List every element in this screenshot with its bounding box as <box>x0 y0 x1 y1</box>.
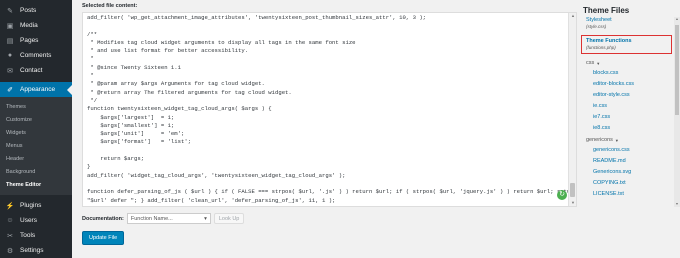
theme-files-panel: Theme Files Stylesheet (style.css) Theme… <box>577 0 680 258</box>
editor-main: Selected file content: add_filter( 'wp_g… <box>72 0 577 258</box>
menu-media[interactable]: ▣ Media <box>0 18 72 33</box>
file-item[interactable]: ie8.css <box>577 123 674 134</box>
menu-settings[interactable]: ⚙ Settings <box>0 243 72 258</box>
menu-comments[interactable]: ● Comments <box>0 48 72 63</box>
menu-users[interactable]: ☺ Users <box>0 213 72 228</box>
submenu-background[interactable]: Background <box>0 165 72 178</box>
menu-posts-label: Posts <box>20 7 37 14</box>
submenu-customize[interactable]: Customize <box>0 113 72 126</box>
folder-css-label: css <box>586 60 595 66</box>
function-select[interactable]: Function Name... ▾ <box>126 213 211 224</box>
caret-down-icon: ▼ <box>614 138 619 143</box>
theme-files-scroll-thumb[interactable] <box>675 25 679 115</box>
submenu-header[interactable]: Header <box>0 152 72 165</box>
settings-icon: ⚙ <box>6 247 14 255</box>
file-stylesheet-name[interactable]: Stylesheet <box>577 17 674 24</box>
menu-plugins[interactable]: ⚡ Plugins <box>0 198 72 213</box>
file-stylesheet[interactable]: Stylesheet (style.css) <box>577 17 674 30</box>
submenu-themes[interactable]: Themes <box>0 100 72 113</box>
menu-appearance-label: Appearance <box>20 86 56 93</box>
file-functions-selected[interactable]: Theme Functions (functions.php) <box>581 35 672 54</box>
file-functions-name[interactable]: Theme Functions <box>582 38 671 45</box>
menu-plugins-label: Plugins <box>20 202 42 209</box>
pages-icon: ▤ <box>6 37 14 45</box>
file-item[interactable]: COPYING.txt <box>577 178 674 189</box>
tools-icon: ✂ <box>7 232 13 240</box>
theme-files-list: Stylesheet (style.css) Theme Functions (… <box>577 17 674 207</box>
menu-pages-label: Pages <box>20 37 39 44</box>
documentation-label: Documentation: <box>82 215 124 222</box>
scroll-up-icon[interactable]: ▲ <box>674 17 680 22</box>
pushpin-icon: ✎ <box>7 7 13 15</box>
media-icon: ▣ <box>6 22 14 30</box>
editor-scroll-thumb[interactable] <box>570 183 575 197</box>
scroll-up-icon[interactable]: ▲ <box>570 13 576 19</box>
menu-users-label: Users <box>20 217 37 224</box>
update-file-button[interactable]: Update File <box>82 231 125 245</box>
file-item[interactable]: editor-style.css <box>577 90 674 101</box>
menu-comments-label: Comments <box>20 52 52 59</box>
folder-genericons-label: genericons <box>586 137 613 143</box>
appearance-submenu: Themes Customize Widgets Menus Header Ba… <box>0 97 72 195</box>
file-item[interactable]: blocks.css <box>577 68 674 79</box>
file-functions-filename: (functions.php) <box>586 45 616 50</box>
chevron-down-icon: ▾ <box>204 215 207 222</box>
plugins-icon: ⚡ <box>5 202 15 210</box>
file-item[interactable]: Genericons.svg <box>577 167 674 178</box>
mail-icon: ✉ <box>7 67 13 75</box>
file-stylesheet-filename: (style.css) <box>586 24 607 29</box>
file-item[interactable]: ie.css <box>577 101 674 112</box>
menu-pages[interactable]: ▤ Pages <box>0 33 72 48</box>
lookup-button[interactable]: Look Up <box>213 213 245 224</box>
menu-media-label: Media <box>20 22 38 29</box>
admin-sidebar: ✎ Posts ▣ Media ▤ Pages ● Comments ✉ Con… <box>0 0 72 258</box>
menu-settings-label: Settings <box>20 247 44 254</box>
file-item[interactable]: ie7.css <box>577 112 674 123</box>
menu-tools-label: Tools <box>20 232 36 239</box>
caret-down-icon: ▼ <box>596 61 601 66</box>
menu-contact[interactable]: ✉ Contact <box>0 63 72 78</box>
submenu-widgets[interactable]: Widgets <box>0 126 72 139</box>
file-item[interactable]: genericons.css <box>577 145 674 156</box>
menu-appearance[interactable]: ✐ Appearance <box>0 82 72 97</box>
theme-files-scrollbar[interactable]: ▲ ▼ <box>674 17 680 207</box>
function-select-value: Function Name... <box>130 215 173 222</box>
users-icon: ☺ <box>6 217 14 224</box>
menu-tools[interactable]: ✂ Tools <box>0 228 72 243</box>
code-content[interactable]: add_filter( 'wp_get_attachment_image_att… <box>87 14 576 205</box>
comments-icon: ● <box>7 52 13 59</box>
code-editor[interactable]: add_filter( 'wp_get_attachment_image_att… <box>82 12 577 207</box>
theme-files-title: Theme Files <box>583 6 630 15</box>
menu-posts[interactable]: ✎ Posts <box>0 3 72 18</box>
file-item[interactable]: editor-blocks.css <box>577 79 674 90</box>
menu-contact-label: Contact <box>20 67 43 74</box>
submenu-theme-editor[interactable]: Theme Editor <box>0 178 72 191</box>
file-item[interactable]: README.md <box>577 156 674 167</box>
scroll-down-icon[interactable]: ▼ <box>570 200 576 206</box>
scroll-down-icon[interactable]: ▼ <box>674 202 680 207</box>
appearance-icon: ✐ <box>7 86 13 94</box>
refresh-icon[interactable]: ↻ <box>557 190 567 200</box>
selected-file-label: Selected file content: <box>82 3 138 9</box>
editor-scrollbar[interactable]: ▲ ▼ <box>568 13 576 206</box>
submenu-menus[interactable]: Menus <box>0 139 72 152</box>
folder-genericons[interactable]: genericons ▼ <box>577 136 674 145</box>
documentation-row: Documentation: Function Name... ▾ Look U… <box>82 213 245 224</box>
file-item[interactable]: LICENSE.txt <box>577 189 674 200</box>
folder-css[interactable]: css ▼ <box>577 59 674 68</box>
